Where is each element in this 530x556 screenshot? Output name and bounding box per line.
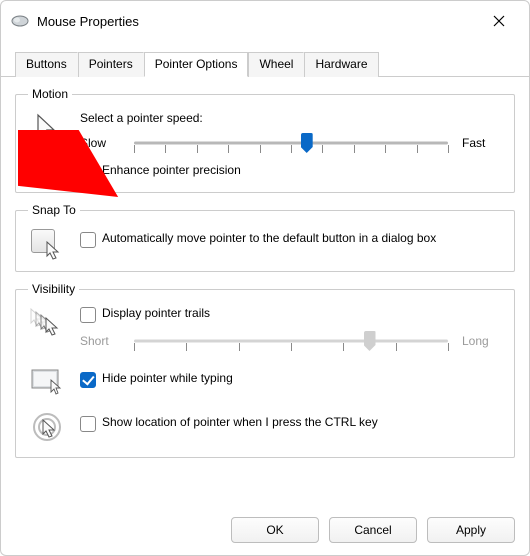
tab-buttons[interactable]: Buttons xyxy=(15,52,78,77)
tab-pointers[interactable]: Pointers xyxy=(78,52,144,77)
pointer-trails-slider xyxy=(134,329,448,353)
enhance-precision-label: Enhance pointer precision xyxy=(102,163,502,179)
snap-to-label: Automatically move pointer to the defaul… xyxy=(102,231,502,247)
window-title: Mouse Properties xyxy=(37,14,471,29)
tab-hardware[interactable]: Hardware xyxy=(304,52,378,77)
group-motion-legend: Motion xyxy=(28,87,72,101)
ctrl-locate-label: Show location of pointer when I press th… xyxy=(102,415,502,431)
close-button[interactable] xyxy=(479,7,519,35)
hide-pointer-label: Hide pointer while typing xyxy=(102,371,502,387)
tab-content: Motion Select a pointer speed: Slow xyxy=(1,77,529,509)
titlebar: Mouse Properties xyxy=(1,1,529,41)
speed-slow-label: Slow xyxy=(80,136,120,150)
ctrl-locate-icon xyxy=(28,409,68,445)
apply-button[interactable]: Apply xyxy=(427,517,515,543)
enhance-precision-checkbox[interactable] xyxy=(80,164,96,180)
mouse-icon xyxy=(11,14,29,28)
group-snap-to-legend: Snap To xyxy=(28,203,80,217)
dialog-buttons: OK Cancel Apply xyxy=(1,509,529,555)
hide-pointer-icon xyxy=(28,367,68,395)
pointer-speed-label: Select a pointer speed: xyxy=(80,111,502,125)
group-snap-to: Snap To Automatically move pointer to th… xyxy=(15,203,515,272)
motion-cursor-icon xyxy=(28,111,68,145)
snap-to-icon xyxy=(28,227,68,259)
group-visibility: Visibility Display pointer trails xyxy=(15,282,515,458)
ok-button[interactable]: OK xyxy=(231,517,319,543)
tab-row: Buttons Pointers Pointer Options Wheel H… xyxy=(1,51,529,77)
snap-to-checkbox[interactable] xyxy=(80,232,96,248)
group-motion: Motion Select a pointer speed: Slow xyxy=(15,87,515,193)
trails-short-label: Short xyxy=(80,334,120,348)
group-visibility-legend: Visibility xyxy=(28,282,79,296)
mouse-properties-dialog: Mouse Properties Buttons Pointers Pointe… xyxy=(0,0,530,556)
speed-fast-label: Fast xyxy=(462,136,502,150)
trails-icon xyxy=(28,306,68,338)
pointer-speed-slider[interactable] xyxy=(134,131,448,155)
close-icon xyxy=(493,15,505,27)
ctrl-locate-checkbox[interactable] xyxy=(80,416,96,432)
hide-pointer-checkbox[interactable] xyxy=(80,372,96,388)
cancel-button[interactable]: Cancel xyxy=(329,517,417,543)
tab-wheel[interactable]: Wheel xyxy=(248,52,304,77)
tab-pointer-options[interactable]: Pointer Options xyxy=(144,52,249,77)
pointer-trails-checkbox[interactable] xyxy=(80,307,96,323)
pointer-trails-label: Display pointer trails xyxy=(102,306,502,322)
trails-long-label: Long xyxy=(462,334,502,348)
